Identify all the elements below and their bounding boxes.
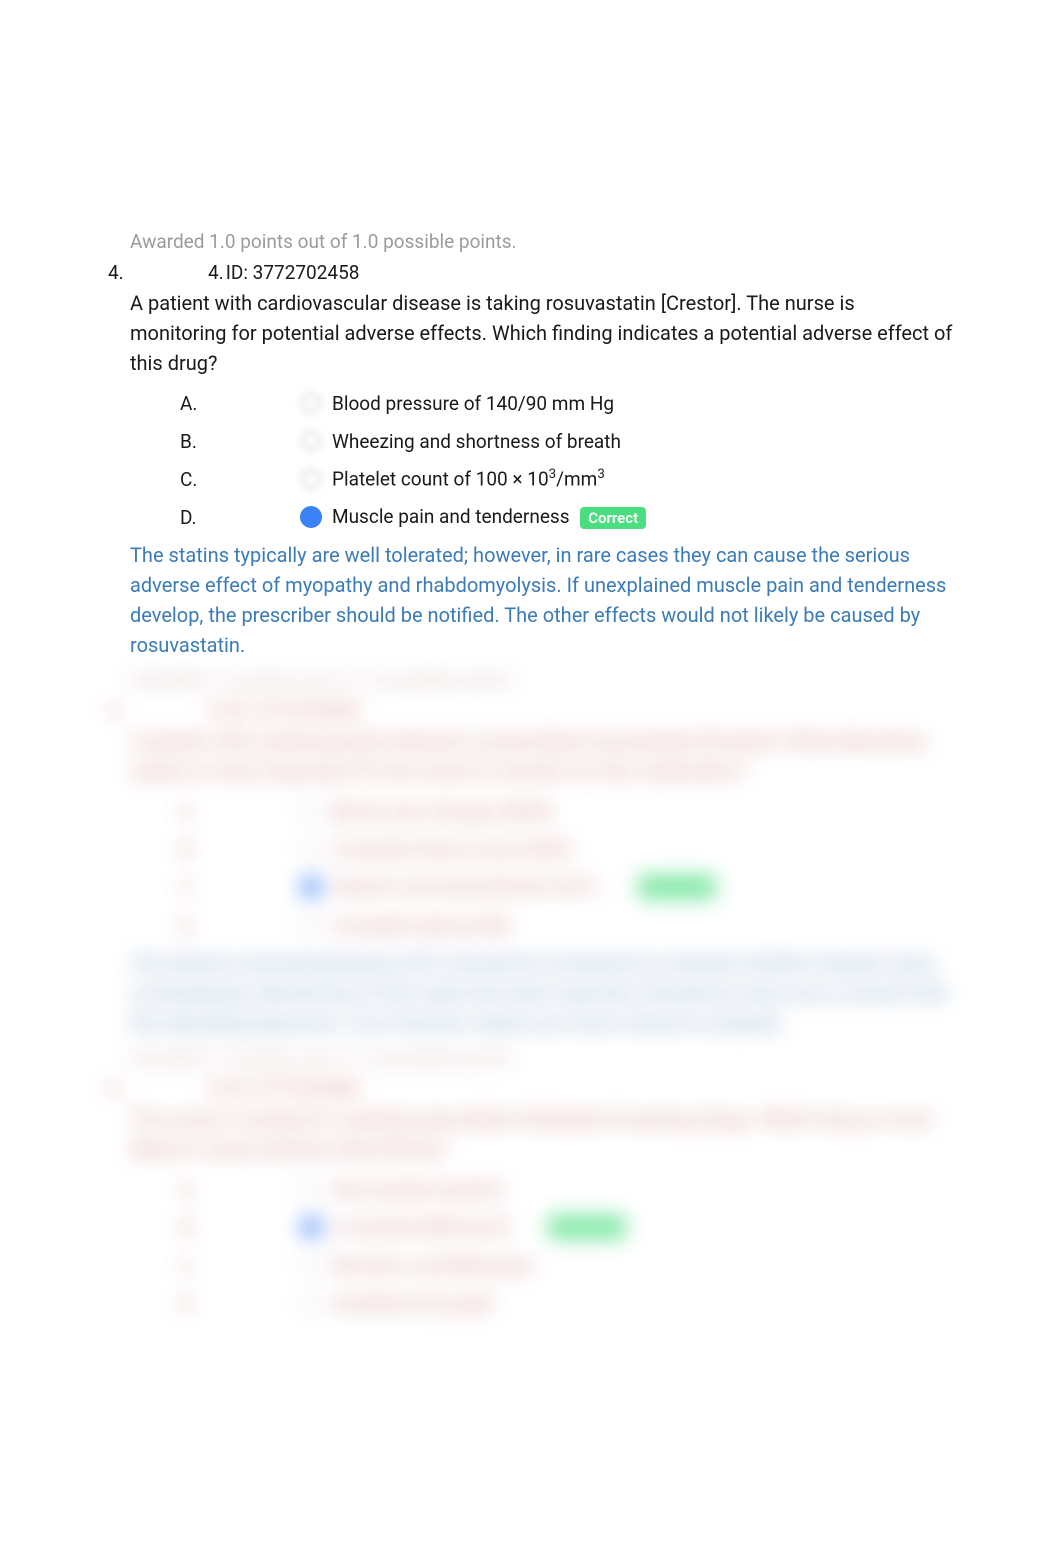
radio-selected-icon	[300, 1216, 322, 1238]
answer-list: A. Blood pressure of 140/90 mm Hg B. Whe…	[180, 388, 954, 532]
answer-option-c[interactable]: C. Platelet count of 100 × 103/mm3	[180, 464, 954, 494]
question-5: 5. 5. ID: 3772702455 A patient with card…	[108, 699, 954, 1038]
question-number-inner: 5.	[208, 699, 224, 722]
question-stem: A patient with cardiovascular disease is…	[130, 288, 954, 378]
correct-badge	[548, 1215, 626, 1239]
radio-unselected-icon	[301, 469, 321, 489]
answer-letter: B.	[180, 430, 290, 453]
radio-selected-icon	[300, 876, 322, 898]
radio-wrap	[290, 1293, 332, 1313]
question-stem: The nurse is caring for a patient prescr…	[130, 1104, 954, 1164]
question-id: ID: 3772702460	[226, 1077, 360, 1100]
answer-option-c[interactable]: C. Nicotinic acid [Niaspan]	[180, 1250, 954, 1280]
answer-text: Wheezing and shortness of breath	[332, 430, 954, 453]
answer-option-a[interactable]: A. Blood urea nitrogen (BUN)	[180, 796, 954, 826]
answer-text: Complete blood count (CBC)	[332, 838, 954, 861]
question-stem: A patient with cardiovascular disease is…	[130, 726, 954, 786]
radio-wrap	[290, 1179, 332, 1199]
answer-letter: B.	[180, 838, 290, 861]
radio-unselected-icon	[301, 801, 321, 821]
points-awarded-q5: Awarded 1.0 points out of 1.0 possible p…	[130, 1046, 954, 1069]
radio-unselected-icon	[301, 393, 321, 413]
radio-wrap	[290, 506, 332, 528]
question-header: 4. 4. ID: 3772702458	[108, 261, 954, 284]
answer-letter: C.	[180, 468, 290, 491]
answer-option-b[interactable]: B. Wheezing and shortness of breath	[180, 426, 954, 456]
answer-letter: A.	[180, 392, 290, 415]
radio-unselected-icon	[301, 431, 321, 451]
answer-option-d[interactable]: D. Muscle pain and tenderness Correct	[180, 502, 954, 532]
quiz-content: Awarded 1.0 points out of 1.0 possible p…	[0, 230, 1062, 1318]
answer-explanation: The alanine aminotransferase (ALT) shoul…	[130, 948, 954, 1038]
question-id: ID: 3772702458	[226, 261, 360, 284]
blurred-content-q6: Awarded 1.0 points out of 1.0 possible p…	[108, 1046, 954, 1318]
question-number-outer: 6.	[108, 1077, 208, 1100]
answer-text: Lovastatin [Mevacor]	[332, 1215, 954, 1240]
answer-letter: C.	[180, 1254, 290, 1277]
answer-letter: D.	[180, 914, 290, 937]
correct-badge	[638, 875, 716, 899]
answer-option-d[interactable]: D. Complete lipid profile	[180, 910, 954, 940]
radio-unselected-icon	[301, 839, 321, 859]
answer-letter: A.	[180, 1178, 290, 1201]
answer-text: Gemfibrozil [Lopid]	[332, 1292, 954, 1315]
answer-text: Nicotinic acid [Niaspan]	[332, 1254, 954, 1277]
question-number-inner: 6.	[208, 1077, 224, 1100]
radio-wrap	[290, 1216, 332, 1238]
correct-badge: Correct	[580, 507, 646, 529]
radio-wrap	[290, 1255, 332, 1275]
answer-option-a[interactable]: A. Atorvastatin [Lipitor]	[180, 1174, 954, 1204]
blurred-content-q5: Awarded 1.0 points out of 1.0 possible p…	[108, 668, 954, 1038]
radio-unselected-icon	[301, 1293, 321, 1313]
answer-text: Alanine aminotransferase (ALT)	[332, 875, 954, 900]
answer-letter: D.	[180, 1292, 290, 1315]
answer-list: A. Atorvastatin [Lipitor] B. Lovastatin …	[180, 1174, 954, 1318]
radio-wrap	[290, 876, 332, 898]
question-number-outer: 5.	[108, 699, 208, 722]
answer-text: Atorvastatin [Lipitor]	[332, 1178, 954, 1201]
answer-text: Muscle pain and tenderness Correct	[332, 505, 954, 529]
answer-list: A. Blood urea nitrogen (BUN) B. Complete…	[180, 796, 954, 940]
radio-wrap	[290, 431, 332, 451]
question-header: 6. 6. ID: 3772702460	[108, 1077, 954, 1100]
answer-letter: B.	[180, 1216, 290, 1239]
answer-text: Platelet count of 100 × 103/mm3	[332, 467, 954, 490]
answer-option-b[interactable]: B. Complete blood count (CBC)	[180, 834, 954, 864]
answer-text: Blood pressure of 140/90 mm Hg	[332, 392, 954, 415]
answer-option-d[interactable]: D. Gemfibrozil [Lopid]	[180, 1288, 954, 1318]
answer-option-c[interactable]: C. Alanine aminotransferase (ALT)	[180, 872, 954, 902]
radio-unselected-icon	[301, 1179, 321, 1199]
points-awarded-q3: Awarded 1.0 points out of 1.0 possible p…	[130, 230, 954, 253]
question-number-inner: 4.	[208, 261, 224, 284]
radio-wrap	[290, 801, 332, 821]
question-header: 5. 5. ID: 3772702455	[108, 699, 954, 722]
radio-unselected-icon	[301, 915, 321, 935]
points-awarded-q4: Awarded 1.0 points out of 1.0 possible p…	[130, 668, 954, 691]
answer-explanation: The statins typically are well tolerated…	[130, 540, 954, 660]
radio-wrap	[290, 393, 332, 413]
question-4: 4. 4. ID: 3772702458 A patient with card…	[108, 261, 954, 660]
answer-option-b[interactable]: B. Lovastatin [Mevacor]	[180, 1212, 954, 1242]
answer-letter: D.	[180, 506, 290, 529]
radio-wrap	[290, 839, 332, 859]
radio-wrap	[290, 915, 332, 935]
answer-text: Complete lipid profile	[332, 914, 954, 937]
radio-unselected-icon	[301, 1255, 321, 1275]
question-number-outer: 4.	[108, 261, 208, 284]
answer-letter: A.	[180, 800, 290, 823]
radio-wrap	[290, 469, 332, 489]
answer-option-a[interactable]: A. Blood pressure of 140/90 mm Hg	[180, 388, 954, 418]
answer-letter: C.	[180, 876, 290, 899]
answer-text: Blood urea nitrogen (BUN)	[332, 800, 954, 823]
question-6: 6. 6. ID: 3772702460 The nurse is caring…	[108, 1077, 954, 1318]
radio-selected-icon	[300, 506, 322, 528]
question-id: ID: 3772702455	[226, 699, 360, 722]
